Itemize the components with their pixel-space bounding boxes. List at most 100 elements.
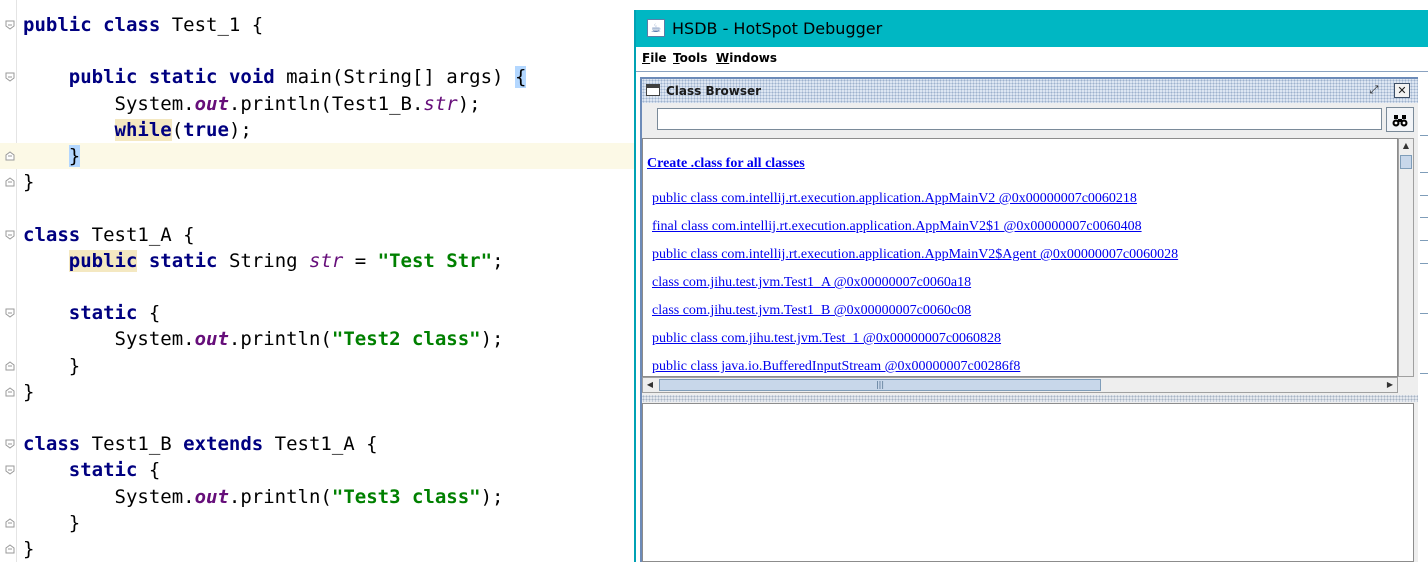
bg-line	[1420, 313, 1428, 314]
code-line[interactable]: System.out.println("Test2 class");	[0, 326, 634, 352]
bg-line	[1420, 195, 1428, 196]
code-line-text: while(true);	[23, 117, 252, 143]
code-line[interactable]: static {	[0, 300, 634, 326]
class-browser-frame: Class Browser ⤢ ✕ Create .class for all …	[640, 77, 1418, 562]
menu-tools[interactable]: Tools	[673, 51, 707, 65]
code-line[interactable]: System.out.println(Test1_B.str);	[0, 91, 634, 117]
class-browser-titlebar[interactable]: Class Browser ⤢ ✕	[642, 79, 1418, 104]
fold-close-icon[interactable]	[5, 387, 15, 397]
class-link[interactable]: public class com.intellij.rt.execution.a…	[652, 191, 1137, 207]
code-string: "Test3 class"	[331, 485, 481, 508]
bg-line	[1420, 240, 1428, 241]
code-line[interactable]	[0, 195, 634, 221]
create-class-files-link[interactable]: Create .class for all classes	[647, 156, 805, 172]
vertical-scroll-thumb[interactable]	[1400, 155, 1412, 169]
code-line[interactable]: }	[0, 353, 634, 379]
code-line[interactable]: }	[0, 379, 634, 405]
maximize-button[interactable]: ⤢	[1366, 83, 1382, 98]
code-line[interactable]: System.out.println("Test3 class");	[0, 484, 634, 510]
split-pane-divider[interactable]	[642, 395, 1418, 402]
scroll-right-icon[interactable]: ▶	[1383, 378, 1397, 392]
find-button[interactable]	[1386, 107, 1414, 132]
code-line[interactable]	[0, 38, 634, 64]
code-line[interactable]	[0, 274, 634, 300]
fold-close-icon[interactable]	[5, 518, 15, 528]
fold-open-icon[interactable]	[5, 20, 15, 30]
code-line[interactable]: }	[0, 143, 634, 169]
code-line[interactable]: }	[0, 536, 634, 562]
window-titlebar[interactable]: ☕ HSDB - HotSpot Debugger	[636, 10, 1428, 47]
code-token: Test_1 {	[160, 14, 264, 36]
code-line[interactable]: class Test1_B extends Test1_A {	[0, 431, 634, 457]
horizontal-scroll-thumb[interactable]: |||	[659, 379, 1101, 391]
fold-open-icon[interactable]	[5, 465, 15, 476]
menu-file[interactable]: File	[642, 51, 667, 65]
fold-close-icon[interactable]	[5, 544, 15, 554]
code-line-text: }	[23, 536, 34, 562]
code-brace-match: }	[68, 145, 81, 167]
code-line[interactable]: }	[0, 510, 634, 536]
fold-open-icon[interactable]	[5, 230, 15, 240]
fold-open-icon[interactable]	[5, 308, 15, 318]
horizontal-scrollbar[interactable]: ◀ ||| ▶	[642, 377, 1398, 393]
code-line[interactable]: public static String str = "Test Str";	[0, 248, 634, 274]
fold-open-icon[interactable]	[5, 72, 15, 83]
code-keyword: class	[23, 223, 81, 246]
hsdb-window: ☕ HSDB - HotSpot Debugger File Tools Win…	[634, 10, 1428, 562]
code-line-text: }	[23, 510, 80, 536]
scroll-left-icon[interactable]: ◀	[643, 378, 657, 392]
code-field: out	[194, 92, 229, 115]
close-button[interactable]: ✕	[1394, 83, 1410, 98]
fold-open-icon[interactable]	[5, 439, 15, 449]
code-line[interactable]	[0, 405, 634, 431]
code-editor[interactable]: public class Test_1 { public static void…	[0, 0, 634, 562]
code-line[interactable]: static {	[0, 457, 634, 483]
code-line-text: static {	[23, 457, 161, 483]
menu-windows[interactable]: Windows	[716, 51, 777, 65]
code-line[interactable]: while(true);	[0, 117, 634, 143]
class-list-pane: Create .class for all classes public cla…	[642, 138, 1398, 377]
binoculars-icon	[1392, 114, 1408, 127]
code-field: out	[194, 485, 229, 508]
class-link[interactable]: class com.jihu.test.jvm.Test1_B @0x00000…	[652, 303, 971, 319]
code-line[interactable]: class Test1_A {	[0, 222, 634, 248]
java-app-icon: ☕	[647, 19, 665, 37]
code-keyword: public	[23, 14, 92, 36]
class-link[interactable]: class com.jihu.test.jvm.Test1_A @0x00000…	[652, 275, 971, 291]
frame-window-icon	[646, 84, 660, 96]
code-line[interactable]: public static void main(String[] args) {	[0, 64, 634, 90]
menu-bar: File Tools Windows	[636, 47, 1428, 71]
code-line-text: System.out.println(Test1_B.str);	[23, 91, 481, 117]
code-line-text: System.out.println("Test2 class");	[23, 326, 504, 352]
class-search-input[interactable]	[657, 108, 1382, 130]
scroll-up-icon[interactable]: ▲	[1399, 139, 1413, 153]
class-link[interactable]: final class com.intellij.rt.execution.ap…	[652, 219, 1142, 235]
code-line-text: class Test1_A {	[23, 222, 195, 248]
class-link[interactable]: public class com.intellij.rt.execution.a…	[652, 247, 1178, 263]
scroll-corner	[1398, 377, 1414, 393]
background-window-edge	[1418, 77, 1428, 562]
class-link[interactable]: public class java.io.BufferedInputStream…	[652, 359, 1020, 375]
search-row	[642, 103, 1418, 136]
code-token: .println(Test1_B.	[228, 92, 424, 115]
class-link[interactable]: public class com.jihu.test.jvm.Test_1 @0…	[652, 331, 1001, 347]
code-keyword: static	[68, 302, 138, 325]
code-token: .println(	[228, 328, 332, 351]
fold-close-icon[interactable]	[5, 360, 15, 371]
code-token: }	[23, 380, 35, 403]
code-token: }	[23, 511, 81, 534]
vertical-scrollbar[interactable]: ▲	[1398, 138, 1414, 377]
code-keyword: while	[114, 118, 172, 141]
code-line-text: static {	[23, 300, 161, 326]
code-line[interactable]: public class Test_1 {	[0, 12, 634, 38]
fold-close-icon[interactable]	[5, 177, 15, 187]
code-line-text: public static String str = "Test Str";	[23, 248, 504, 274]
fold-close-icon[interactable]	[5, 151, 15, 161]
code-line-text: public static void main(String[] args) {	[23, 64, 527, 90]
code-line[interactable]: }	[0, 169, 634, 195]
